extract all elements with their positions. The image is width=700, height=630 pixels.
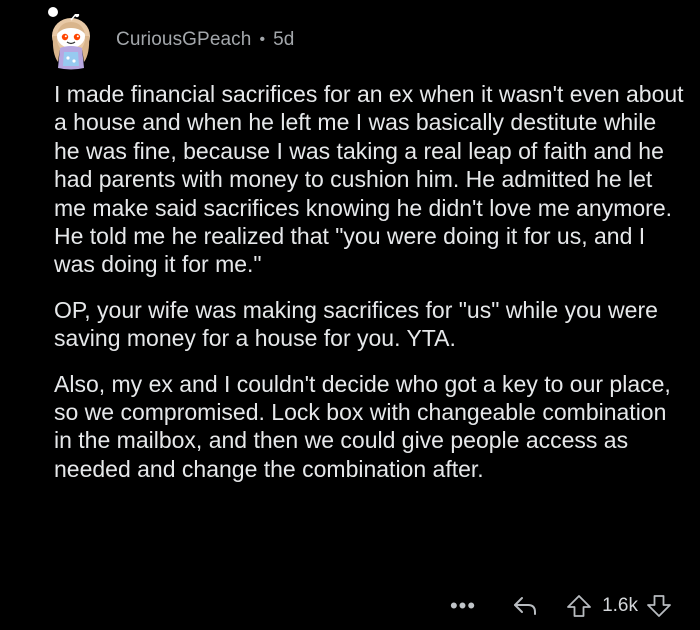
author-name[interactable]: CuriousGPeach xyxy=(116,29,251,51)
comment-body: I made financial sacrifices for an ex wh… xyxy=(54,80,684,500)
comment-age: 5d xyxy=(273,29,295,50)
downvote-arrow-icon xyxy=(647,595,671,617)
downvote-button[interactable] xyxy=(646,594,672,618)
reply-button[interactable] xyxy=(512,595,538,617)
snoo-avatar-icon xyxy=(52,14,90,70)
comment-meta: CuriousGPeach • 5d xyxy=(116,29,294,51)
comment-paragraph: Also, my ex and I couldn't decide who go… xyxy=(54,370,671,482)
comment-header: CuriousGPeach • 5d xyxy=(46,14,294,70)
upvote-arrow-icon xyxy=(567,595,591,617)
more-options-icon[interactable]: ••• xyxy=(450,595,476,617)
comment-paragraph: OP, your wife was making sacrifices for … xyxy=(54,296,658,352)
meta-separator: • xyxy=(259,31,266,48)
avatar[interactable] xyxy=(46,14,96,70)
comment-paragraph: I made financial sacrifices for an ex wh… xyxy=(54,81,684,278)
reply-arrow-icon xyxy=(514,597,537,615)
comment-actions: ••• 1.6k xyxy=(450,588,672,624)
vote-score: 1.6k xyxy=(602,595,638,616)
upvote-button[interactable] xyxy=(566,594,592,618)
